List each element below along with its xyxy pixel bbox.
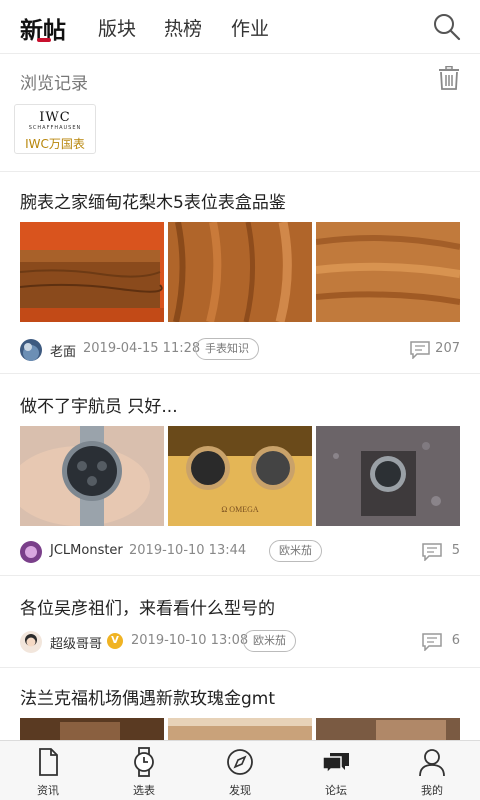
history-title: 浏览记录 (20, 74, 88, 94)
user-icon (419, 749, 445, 777)
tab-hot-list[interactable]: 热榜 (164, 14, 202, 41)
chat-bubbles-icon (322, 753, 349, 775)
tab-homework[interactable]: 作业 (231, 14, 269, 41)
post-date: 2019-10-10 13:44 (129, 543, 247, 558)
nav-label: 资讯 (37, 784, 59, 797)
post-meta: 超级哥哥 V 2019-10-10 13:08 欧米茄 6 (20, 630, 460, 654)
comment-count: 207 (400, 339, 460, 361)
author-name[interactable]: JCLMonster (50, 543, 123, 558)
author-name[interactable]: 超级哥哥 (50, 633, 102, 652)
search-icon[interactable] (432, 12, 462, 42)
post-thumbnails (20, 222, 460, 322)
post-date: 2019-10-10 13:08 (131, 633, 249, 648)
nav-label: 论坛 (325, 784, 347, 797)
active-tab-indicator (37, 38, 51, 42)
bottom-nav: 资讯 选表 发现 论坛 我的 (0, 740, 480, 800)
watch-icon (134, 747, 154, 777)
post-title[interactable]: 腕表之家缅甸花梨木5表位表盒品鉴 (20, 188, 286, 213)
avatar[interactable] (20, 631, 42, 653)
thumbnail-wood-grain[interactable] (168, 222, 312, 322)
avatar[interactable] (20, 541, 42, 563)
comment-icon (410, 341, 430, 359)
document-icon (39, 748, 58, 776)
iwc-logo-sub: SCHAFFHAUSEN (28, 125, 82, 131)
thumbnail-wooden-watch-box[interactable] (20, 222, 164, 322)
nav-label: 选表 (133, 784, 155, 797)
post-card[interactable]: 法兰克福机场偶遇新款玫瑰金gmt (0, 668, 480, 740)
trash-icon[interactable] (438, 66, 460, 90)
iwc-logo: IWC (39, 110, 71, 125)
comment-number: 207 (435, 341, 460, 356)
thumbnail-watch-on-hand[interactable] (20, 426, 164, 526)
compass-icon (227, 749, 253, 775)
post-thumbnails: Ω OMEGA (20, 426, 460, 526)
avatar[interactable] (20, 339, 42, 361)
post-thumbnails (20, 718, 460, 740)
thumbnail-airport-3[interactable] (316, 718, 460, 740)
post-title[interactable]: 做不了宇航员 只好... (20, 392, 178, 417)
browsing-history: 浏览记录 IWC SCHAFFHAUSEN IWC万国表 (0, 54, 480, 172)
post-card[interactable]: 腕表之家缅甸花梨木5表位表盒品鉴 老面 2019-04-15 11:28 手表知… (0, 172, 480, 374)
post-meta: JCLMonster 2019-10-10 13:44 欧米茄 5 (20, 540, 460, 564)
comment-count: 6 (420, 631, 460, 653)
nav-label: 发现 (229, 784, 251, 797)
thumbnail-wood-grain-2[interactable] (316, 222, 460, 322)
svg-text:Ω OMEGA: Ω OMEGA (221, 505, 259, 514)
nav-discover[interactable]: 发现 (192, 741, 288, 800)
post-title[interactable]: 各位吴彦祖们，来看看什么型号的 (20, 594, 275, 619)
vip-badge-icon: V (107, 633, 123, 649)
comment-count: 5 (420, 541, 460, 563)
top-nav: 新帖 版块 热榜 作业 (0, 0, 480, 54)
tab-boards[interactable]: 版块 (98, 14, 136, 41)
nav-label: 我的 (421, 784, 443, 797)
comment-number: 6 (451, 633, 460, 648)
thumbnail-airport-2[interactable] (168, 718, 312, 740)
nav-forum[interactable]: 论坛 (288, 741, 384, 800)
category-tag[interactable]: 欧米茄 (269, 540, 322, 562)
thumbnail-watch-stand[interactable] (316, 426, 460, 526)
author-name[interactable]: 老面 (50, 341, 76, 360)
post-title[interactable]: 法兰克福机场偶遇新款玫瑰金gmt (20, 684, 275, 709)
history-item-iwc[interactable]: IWC SCHAFFHAUSEN IWC万国表 (14, 104, 96, 154)
comment-icon (422, 543, 442, 561)
thumbnail-airport-1[interactable] (20, 718, 164, 740)
post-card[interactable]: 各位吴彦祖们，来看看什么型号的 超级哥哥 V 2019-10-10 13:08 … (0, 576, 480, 668)
nav-watch-selector[interactable]: 选表 (96, 741, 192, 800)
post-meta: 老面 2019-04-15 11:28 手表知识 207 (20, 338, 460, 362)
category-tag[interactable]: 手表知识 (195, 338, 259, 360)
nav-profile[interactable]: 我的 (384, 741, 480, 800)
post-date: 2019-04-15 11:28 (83, 341, 201, 356)
thumbnail-omega-display[interactable]: Ω OMEGA (168, 426, 312, 526)
nav-news[interactable]: 资讯 (0, 741, 96, 800)
brand-name: IWC万国表 (25, 137, 85, 151)
post-card[interactable]: 做不了宇航员 只好... Ω OMEGA JCLMonster 2019-10-… (0, 374, 480, 576)
category-tag[interactable]: 欧米茄 (243, 630, 296, 652)
comment-icon (422, 633, 442, 651)
comment-number: 5 (451, 543, 460, 558)
